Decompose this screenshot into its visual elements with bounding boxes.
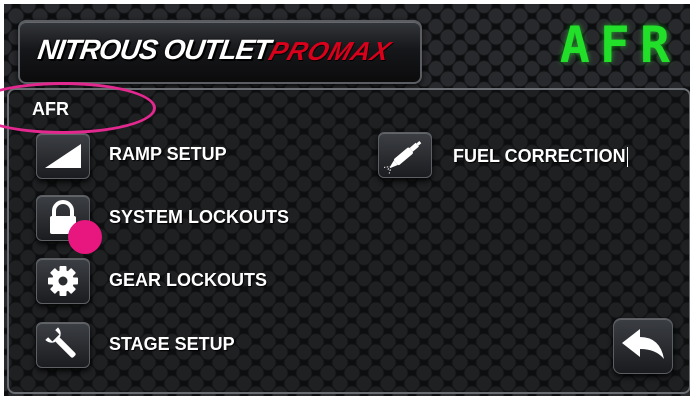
logo-sub-text: PROMAX [265, 36, 396, 66]
fuel-correction-button[interactable] [378, 132, 432, 178]
gear-lockouts-label[interactable]: GEAR LOCKOUTS [109, 270, 267, 291]
back-button[interactable] [613, 318, 673, 374]
fuel-injector-icon [383, 140, 422, 174]
fuel-correction-label[interactable]: FUEL CORRECTION [453, 146, 628, 168]
brand-logo: NITROUS OUTLET PROMAX [18, 20, 422, 84]
system-lockouts-label[interactable]: SYSTEM LOCKOUTS [109, 207, 289, 228]
logo-main-text: NITROUS OUTLET [35, 34, 273, 65]
back-arrow-icon [622, 329, 664, 359]
ramp-setup-button[interactable] [36, 133, 90, 179]
gear-icon [48, 266, 78, 296]
ramp-icon [45, 144, 81, 168]
afr-display: AFR [559, 16, 680, 74]
panel-title: AFR [32, 99, 69, 119]
wrench-icon [45, 327, 76, 358]
stage-setup-label[interactable]: STAGE SETUP [109, 334, 235, 355]
fuel-correction-text: FUEL CORRECTION [453, 146, 626, 166]
annotation-dot [68, 220, 102, 254]
device-screen: NITROUS OUTLET PROMAX AFR [4, 4, 690, 396]
text-caret [626, 147, 628, 168]
stage-setup-button[interactable] [36, 322, 90, 368]
ramp-setup-label[interactable]: RAMP SETUP [109, 144, 227, 165]
gear-lockouts-button[interactable] [36, 258, 90, 304]
